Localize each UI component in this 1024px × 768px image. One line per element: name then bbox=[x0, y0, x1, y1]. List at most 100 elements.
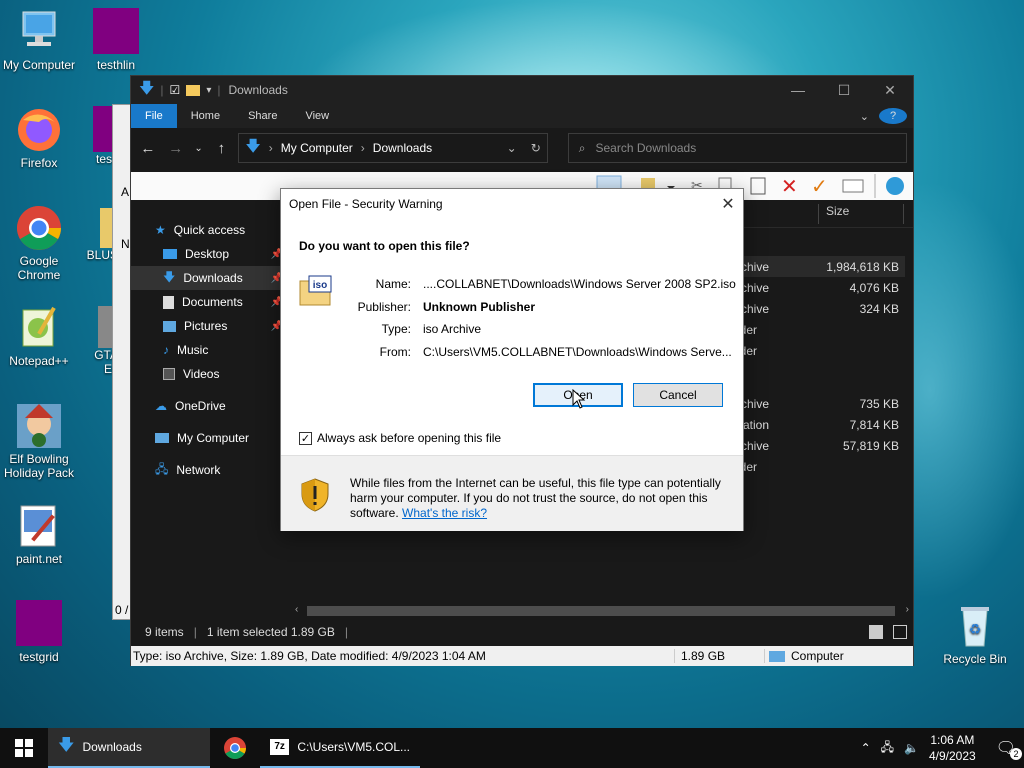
sidebar-item-videos[interactable]: Videos bbox=[131, 362, 289, 386]
always-ask-checkbox[interactable]: ✓ Always ask before opening this file bbox=[299, 431, 501, 445]
show-hidden-icons-chevron-icon[interactable]: ⌃ bbox=[861, 741, 871, 755]
desktop-icon-label: paint.net bbox=[15, 552, 63, 566]
address-bar[interactable]: 🡇 › My Computer › Downloads ⌄ ↻ bbox=[238, 133, 548, 163]
notepadpp-icon bbox=[15, 304, 63, 352]
sidebar-item-label: Quick access bbox=[173, 223, 246, 237]
close-icon[interactable]: ✕ bbox=[713, 194, 743, 214]
tab-file[interactable]: File bbox=[131, 104, 177, 128]
clock[interactable]: 1:06 AM 4/9/2023 bbox=[929, 732, 976, 764]
desktop-icon-testhlin[interactable]: testhlin bbox=[78, 8, 154, 72]
checkbox-label: Always ask before opening this file bbox=[317, 431, 502, 445]
sidebar-item-music[interactable]: ♪ Music bbox=[131, 338, 289, 362]
start-button[interactable] bbox=[0, 728, 48, 768]
refresh-icon[interactable]: ↻ bbox=[531, 141, 541, 155]
dialog-title: Open File - Security Warning bbox=[289, 197, 443, 211]
folder-icon bbox=[15, 600, 63, 648]
horizontal-scrollbar[interactable]: ‹ › bbox=[291, 604, 913, 618]
iso-file-icon: iso bbox=[299, 275, 332, 306]
location-label: Computer bbox=[791, 649, 844, 663]
column-header-size[interactable]: Size bbox=[826, 204, 849, 218]
desktop-icon-paintnet[interactable]: paint.net bbox=[1, 502, 77, 566]
sidebar-item-label: Downloads bbox=[183, 271, 243, 285]
details-view-icon[interactable] bbox=[869, 625, 883, 639]
risk-link[interactable]: What's the risk? bbox=[402, 506, 487, 520]
scroll-left-icon[interactable]: ‹ bbox=[295, 604, 298, 615]
chrome-icon bbox=[15, 204, 63, 252]
background-window-text: 0 / bbox=[115, 603, 129, 617]
status-separator: | bbox=[344, 625, 349, 639]
forward-arrow-icon[interactable]: → bbox=[165, 140, 187, 157]
properties-icon[interactable]: ☑ bbox=[170, 83, 181, 97]
type-value: iso Archive bbox=[423, 322, 482, 336]
volume-icon[interactable]: 🔈 bbox=[904, 741, 919, 755]
address-dropdown-icon[interactable]: ⌄ bbox=[507, 141, 517, 155]
separator: | bbox=[160, 83, 164, 97]
notification-center-icon[interactable]: 🗨 2 bbox=[996, 738, 1022, 760]
taskbar-item-7zip[interactable]: 7z C:\Users\VM5.COL... bbox=[260, 728, 420, 768]
tab-share[interactable]: Share bbox=[234, 104, 291, 128]
clock-time: 1:06 AM bbox=[930, 733, 975, 747]
help-icon[interactable]: ? bbox=[879, 108, 907, 124]
expand-ribbon-icon[interactable]: ⌄ bbox=[860, 110, 869, 123]
back-arrow-icon[interactable]: ← bbox=[137, 140, 159, 157]
maximize-button[interactable]: ☐ bbox=[821, 76, 867, 104]
taskbar-item-chrome[interactable] bbox=[210, 728, 260, 768]
computer-icon bbox=[769, 650, 785, 662]
cancel-button[interactable]: Cancel bbox=[633, 383, 723, 407]
background-window-text: A bbox=[121, 185, 130, 199]
sidebar-item-pictures[interactable]: Pictures 📌 bbox=[131, 314, 289, 338]
sidebar-item-documents[interactable]: Documents 📌 bbox=[131, 290, 289, 314]
checkbox-checked-icon[interactable]: ✓ bbox=[299, 431, 312, 445]
file-details: Type: iso Archive, Size: 1.89 GB, Date m… bbox=[131, 649, 675, 663]
dialog-title-bar[interactable]: Open File - Security Warning ✕ bbox=[281, 189, 743, 219]
desktop-icon-recycle-bin[interactable]: ♻ Recycle Bin bbox=[937, 602, 1013, 666]
minimize-button[interactable]: — bbox=[775, 76, 821, 104]
search-icon: ⌕ bbox=[578, 140, 586, 155]
taskbar-item-downloads[interactable]: 🡇 Downloads bbox=[48, 728, 210, 768]
search-box[interactable]: ⌕ Search Downloads bbox=[567, 133, 907, 163]
sidebar-item-quick-access[interactable]: ★ Quick access bbox=[131, 218, 289, 242]
desktop-icon-firefox[interactable]: Firefox bbox=[1, 106, 77, 170]
file-size-summary: 1.89 GB bbox=[675, 649, 765, 663]
ribbon-tabs: File Home Share View ⌄ ? bbox=[131, 104, 913, 128]
security-warning-dialog[interactable]: Open File - Security Warning ✕ Do you wa… bbox=[280, 188, 744, 531]
title-bar[interactable]: 🡇 | ☑ ▾ | Downloads — ☐ ✕ bbox=[131, 76, 913, 104]
search-input[interactable]: Search Downloads bbox=[596, 141, 697, 155]
desktop-icon-my-computer[interactable]: My Computer bbox=[1, 8, 77, 72]
system-tray: ⌃ 🖧 🔈 1:06 AM 4/9/2023 🗨 2 bbox=[861, 732, 1024, 764]
breadcrumb-downloads[interactable]: Downloads bbox=[373, 141, 432, 155]
network-icon[interactable]: 🖧 bbox=[881, 738, 894, 759]
desktop-icon-notepadpp[interactable]: Notepad++ bbox=[1, 304, 77, 368]
breadcrumb-chevron-icon: › bbox=[268, 141, 273, 155]
up-arrow-icon[interactable]: ↑ bbox=[211, 140, 233, 157]
recent-locations-chevron-icon[interactable]: ⌄ bbox=[193, 143, 205, 154]
desktop-icon-label: testgrid bbox=[19, 650, 59, 664]
file-size: 57,819 KB bbox=[842, 439, 899, 453]
sidebar-item-my-computer[interactable]: My Computer bbox=[131, 426, 289, 450]
sidebar-item-label: Network bbox=[176, 463, 221, 477]
taskbar: 🡇 Downloads 7z C:\Users\VM5.COL... ⌃ 🖧 🔈… bbox=[0, 728, 1024, 768]
tab-view[interactable]: View bbox=[291, 104, 343, 128]
sidebar-item-network[interactable]: 🖧 Network bbox=[131, 458, 289, 482]
customize-quick-access-icon[interactable]: ▾ bbox=[206, 85, 211, 96]
scrollbar-thumb[interactable] bbox=[307, 606, 895, 616]
sidebar-item-label: Documents bbox=[182, 295, 243, 309]
close-button[interactable]: ✕ bbox=[867, 76, 913, 104]
sidebar-item-downloads[interactable]: 🡇 Downloads 📌 bbox=[131, 266, 289, 290]
details-bar: Type: iso Archive, Size: 1.89 GB, Date m… bbox=[131, 646, 913, 666]
sidebar-item-onedrive[interactable]: ☁ OneDrive bbox=[131, 394, 289, 418]
desktop-icon-testgrid[interactable]: testgrid bbox=[1, 600, 77, 664]
new-folder-icon[interactable] bbox=[186, 84, 201, 96]
breadcrumb-my-computer[interactable]: My Computer bbox=[281, 141, 353, 155]
tab-home[interactable]: Home bbox=[177, 104, 234, 128]
type-label: Type: bbox=[381, 322, 411, 336]
sidebar-item-label: Pictures bbox=[184, 319, 228, 333]
desktop-icon-chrome[interactable]: Google Chrome bbox=[1, 204, 77, 282]
navigation-pane: ★ Quick access Desktop 📌 🡇 Downloads 📌 D… bbox=[131, 206, 289, 606]
large-icons-view-icon[interactable] bbox=[893, 625, 907, 639]
desktop-icon-elf-bowling[interactable]: Elf Bowling Holiday Pack bbox=[1, 402, 77, 480]
file-size: 324 KB bbox=[859, 302, 899, 316]
scroll-right-icon[interactable]: › bbox=[906, 604, 909, 615]
sidebar-item-desktop[interactable]: Desktop 📌 bbox=[131, 242, 289, 266]
desktop-icon-label: My Computer bbox=[2, 58, 76, 72]
